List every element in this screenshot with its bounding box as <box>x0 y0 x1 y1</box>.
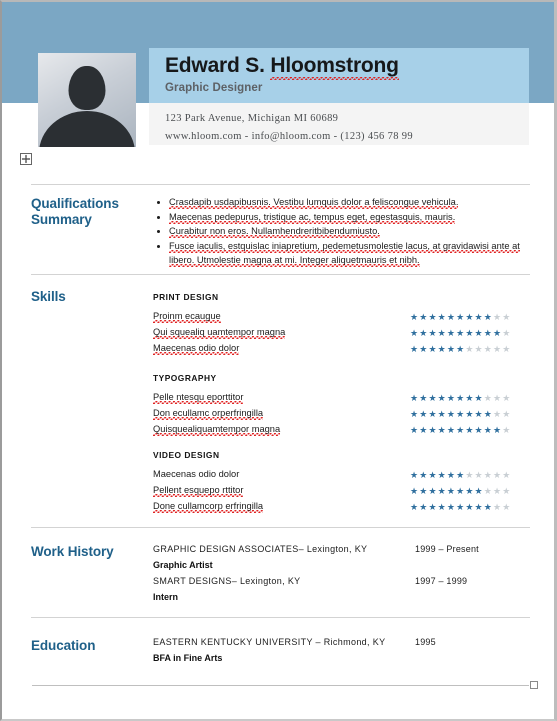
bullet-text: Crasdapib usdapibusnis. Vestibu lumquis … <box>169 197 459 207</box>
candidate-name-first: Edward S. <box>165 54 271 77</box>
skill-label: Maecenas odio dolor <box>153 469 240 479</box>
skill-row: Pelle ntesqu eporttitor ★★★★★★★★★★★ <box>153 392 533 408</box>
person-silhouette-icon <box>68 66 106 110</box>
section-title-qualifications-line2: Summary <box>31 212 92 227</box>
bullet-text: Maecenas pedepurus, tristique ac, tempus… <box>169 211 456 222</box>
bullet-text: Curabitur non eros. Nullamhendreritbiben… <box>169 226 380 237</box>
resize-handle-icon[interactable] <box>530 681 538 689</box>
skill-label: Proinm ecaugue <box>153 311 221 321</box>
skill-rating-stars[interactable]: ★★★★★★★★★★★ <box>410 484 511 498</box>
list-item: Curabitur non eros. Nullamhendreritbiben… <box>169 224 533 238</box>
work-dates: 1997 – 1999 <box>415 576 468 586</box>
work-entry: SMART DESIGNS– Lexington, KY 1997 – 1999… <box>153 573 533 605</box>
skill-label: Qui squealiq uamtempor magna <box>153 327 286 337</box>
skill-label: Pellent esquepo rttitor <box>153 485 244 495</box>
contact-address[interactable]: 123 Park Avenue, Michigan MI 60689 <box>165 113 338 124</box>
skill-row: Done cullamcorp erfringilla ★★★★★★★★★★★ <box>153 501 533 517</box>
profile-photo-placeholder[interactable] <box>38 53 136 147</box>
footer-divider <box>32 685 529 686</box>
section-title-qualifications-line1: Qualifications <box>31 196 119 211</box>
skill-group-heading: VIDEO DESIGN <box>153 450 220 460</box>
skill-label: Maecenas odio dolor <box>153 343 240 353</box>
skill-rating-stars[interactable]: ★★★★★★★★★★★ <box>410 310 511 324</box>
work-dates: 1999 – Present <box>415 544 479 554</box>
contact-links[interactable]: www.hloom.com - info@hloom.com - (123) 4… <box>165 131 413 142</box>
divider-above-education <box>31 617 530 618</box>
work-entry: GRAPHIC DESIGN ASSOCIATES– Lexington, KY… <box>153 541 533 573</box>
work-role: Intern <box>153 592 179 602</box>
skill-rating-stars[interactable]: ★★★★★★★★★★★ <box>410 342 511 356</box>
section-title-education: Education <box>31 638 96 653</box>
education-organization: EASTERN KENTUCKY UNIVERSITY – Richmond, … <box>153 637 386 647</box>
skill-row: Don ecullamc orperfringilla ★★★★★★★★★★★ <box>153 408 533 424</box>
skill-rating-stars[interactable]: ★★★★★★★★★★★ <box>410 326 511 340</box>
skill-rating-stars[interactable]: ★★★★★★★★★★★ <box>410 391 511 405</box>
skill-group-typography: TYPOGRAPHY Pelle ntesqu eporttitor ★★★★★… <box>153 373 533 440</box>
work-organization: SMART DESIGNS– Lexington, KY <box>153 576 301 586</box>
list-item: Crasdapib usdapibusnis. Vestibu lumquis … <box>169 195 533 209</box>
move-icon[interactable] <box>20 153 32 165</box>
skill-group-heading: TYPOGRAPHY <box>153 373 217 383</box>
candidate-name[interactable]: Edward S. Hloomstrong <box>165 54 400 80</box>
candidate-name-last-misspelled: Hloomstrong <box>270 54 400 80</box>
skill-label: Done cullamcorp erfringilla <box>153 501 264 511</box>
skill-label: Don ecullamc orperfringilla <box>153 408 264 418</box>
skill-group-heading: PRINT DESIGN <box>153 292 219 302</box>
move-arrows-glyph <box>21 154 31 164</box>
skill-row: Pellent esquepo rttitor ★★★★★★★★★★★ <box>153 485 533 501</box>
skill-rating-stars[interactable]: ★★★★★★★★★★★ <box>410 423 511 437</box>
section-title-work-history: Work History <box>31 544 114 559</box>
skill-group-video-design: VIDEO DESIGN Maecenas odio dolor ★★★★★★★… <box>153 450 533 517</box>
education-degree: BFA in Fine Arts <box>153 653 223 663</box>
person-shoulders-shape <box>39 111 135 147</box>
skill-rating-stars[interactable]: ★★★★★★★★★★★ <box>410 468 511 482</box>
bullet-text: Fusce iaculis, estquislac iniapretium, p… <box>169 241 520 266</box>
skill-rating-stars[interactable]: ★★★★★★★★★★★ <box>410 407 511 421</box>
section-title-qualifications: Qualifications Summary <box>31 196 119 228</box>
skill-row: Maecenas odio dolor ★★★★★★★★★★★ <box>153 343 533 359</box>
skill-row: Proinm ecaugue ★★★★★★★★★★★ <box>153 311 533 327</box>
qualifications-list: Crasdapib usdapibusnis. Vestibu lumquis … <box>153 195 533 268</box>
divider-above-qualifications <box>31 184 530 185</box>
document-page: Edward S. Hloomstrong Graphic Designer 1… <box>0 0 557 721</box>
job-title[interactable]: Graphic Designer <box>165 82 262 94</box>
education-entry: EASTERN KENTUCKY UNIVERSITY – Richmond, … <box>153 634 533 666</box>
skill-row: Maecenas odio dolor ★★★★★★★★★★★ <box>153 469 533 485</box>
skill-row: Quisquealiquamtempor magna ★★★★★★★★★★★ <box>153 424 533 440</box>
list-item: Maecenas pedepurus, tristique ac, tempus… <box>169 210 533 224</box>
work-role: Graphic Artist <box>153 560 213 570</box>
education-dates: 1995 <box>415 637 436 647</box>
divider-above-work-history <box>31 527 530 528</box>
skill-label: Pelle ntesqu eporttitor <box>153 392 244 402</box>
qualifications-bullets: Crasdapib usdapibusnis. Vestibu lumquis … <box>153 195 533 268</box>
divider-above-skills <box>31 274 530 275</box>
skill-group-print-design: PRINT DESIGN Proinm ecaugue ★★★★★★★★★★★ … <box>153 292 533 359</box>
skill-label: Quisquealiquamtempor magna <box>153 424 281 434</box>
section-title-skills: Skills <box>31 289 66 304</box>
skill-rating-stars[interactable]: ★★★★★★★★★★★ <box>410 500 511 514</box>
list-item: Fusce iaculis, estquislac iniapretium, p… <box>169 239 533 267</box>
skill-row: Qui squealiq uamtempor magna ★★★★★★★★★★★ <box>153 327 533 343</box>
